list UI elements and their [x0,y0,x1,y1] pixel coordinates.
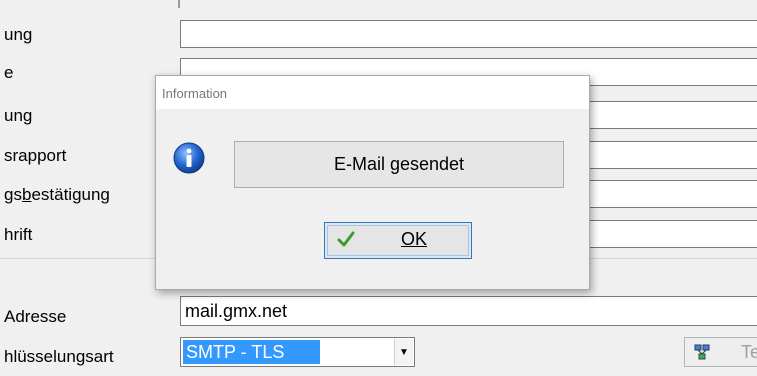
message-text: E-Mail gesendet [234,141,564,188]
info-icon [173,142,205,174]
dialog-titlebar[interactable]: Information [156,76,589,109]
network-icon [694,344,710,360]
information-dialog: Information E-Mail gesendet OK [155,75,590,290]
test-button[interactable]: Te [684,337,757,367]
encryption-select[interactable]: SMTP - TLS ▼ [180,337,415,367]
form-row-1: ung [0,16,757,54]
dialog-body: E-Mail gesendet OK [156,109,589,289]
server-label: Adresse [4,307,67,326]
row-label-2: e [4,63,14,82]
server-address-input[interactable]: mail.gmx.net [180,296,757,326]
row-label-1: ung [4,25,33,44]
ok-button[interactable]: OK [324,222,472,259]
top-strip [0,0,757,8]
encryption-label: hlüsselungsart [4,347,114,366]
chevron-down-icon[interactable]: ▼ [394,339,413,365]
row-label-4: srapport [4,146,67,165]
row-label-5: gsbestätigung [4,185,110,204]
ok-label: OK [401,229,428,249]
encryption-selected-value: SMTP - TLS [183,340,320,364]
dialog-title: Information [162,86,228,101]
row-label-3: ung [4,106,33,125]
text-field-1[interactable] [180,20,757,48]
top-tick [178,0,180,8]
test-button-label: Te [741,342,757,362]
row-label-6: hrift [4,225,33,244]
checkmark-icon [337,231,355,247]
